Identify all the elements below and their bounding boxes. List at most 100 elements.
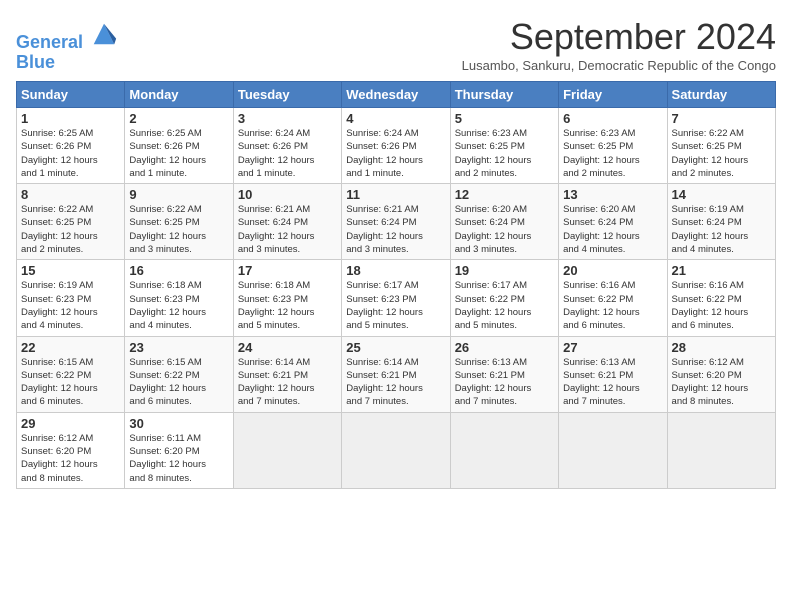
- day-info: Sunrise: 6:19 AM Sunset: 6:24 PM Dayligh…: [672, 203, 771, 256]
- calendar-cell: 30Sunrise: 6:11 AM Sunset: 6:20 PM Dayli…: [125, 412, 233, 488]
- page-header: General Blue September 2024 Lusambo, San…: [16, 16, 776, 73]
- day-number: 19: [455, 263, 554, 278]
- day-number: 23: [129, 340, 228, 355]
- day-number: 29: [21, 416, 120, 431]
- calendar-cell: 23Sunrise: 6:15 AM Sunset: 6:22 PM Dayli…: [125, 336, 233, 412]
- day-info: Sunrise: 6:16 AM Sunset: 6:22 PM Dayligh…: [563, 279, 662, 332]
- day-number: 9: [129, 187, 228, 202]
- day-info: Sunrise: 6:20 AM Sunset: 6:24 PM Dayligh…: [563, 203, 662, 256]
- calendar-cell: 27Sunrise: 6:13 AM Sunset: 6:21 PM Dayli…: [559, 336, 667, 412]
- header-tuesday: Tuesday: [233, 82, 341, 108]
- day-info: Sunrise: 6:22 AM Sunset: 6:25 PM Dayligh…: [672, 127, 771, 180]
- day-info: Sunrise: 6:15 AM Sunset: 6:22 PM Dayligh…: [21, 356, 120, 409]
- calendar-cell: 16Sunrise: 6:18 AM Sunset: 6:23 PM Dayli…: [125, 260, 233, 336]
- calendar-cell: 8Sunrise: 6:22 AM Sunset: 6:25 PM Daylig…: [17, 184, 125, 260]
- day-number: 7: [672, 111, 771, 126]
- calendar-cell: 17Sunrise: 6:18 AM Sunset: 6:23 PM Dayli…: [233, 260, 341, 336]
- day-number: 10: [238, 187, 337, 202]
- day-info: Sunrise: 6:23 AM Sunset: 6:25 PM Dayligh…: [563, 127, 662, 180]
- day-info: Sunrise: 6:21 AM Sunset: 6:24 PM Dayligh…: [346, 203, 445, 256]
- calendar-cell: 6Sunrise: 6:23 AM Sunset: 6:25 PM Daylig…: [559, 108, 667, 184]
- calendar-cell: 18Sunrise: 6:17 AM Sunset: 6:23 PM Dayli…: [342, 260, 450, 336]
- calendar-cell: 14Sunrise: 6:19 AM Sunset: 6:24 PM Dayli…: [667, 184, 775, 260]
- calendar-cell: 12Sunrise: 6:20 AM Sunset: 6:24 PM Dayli…: [450, 184, 558, 260]
- day-info: Sunrise: 6:13 AM Sunset: 6:21 PM Dayligh…: [563, 356, 662, 409]
- day-number: 13: [563, 187, 662, 202]
- day-number: 12: [455, 187, 554, 202]
- day-info: Sunrise: 6:17 AM Sunset: 6:22 PM Dayligh…: [455, 279, 554, 332]
- title-section: September 2024 Lusambo, Sankuru, Democra…: [462, 16, 776, 73]
- day-info: Sunrise: 6:18 AM Sunset: 6:23 PM Dayligh…: [238, 279, 337, 332]
- day-info: Sunrise: 6:22 AM Sunset: 6:25 PM Dayligh…: [21, 203, 120, 256]
- day-info: Sunrise: 6:14 AM Sunset: 6:21 PM Dayligh…: [238, 356, 337, 409]
- day-info: Sunrise: 6:25 AM Sunset: 6:26 PM Dayligh…: [129, 127, 228, 180]
- header-friday: Friday: [559, 82, 667, 108]
- day-info: Sunrise: 6:12 AM Sunset: 6:20 PM Dayligh…: [21, 432, 120, 485]
- day-number: 6: [563, 111, 662, 126]
- day-info: Sunrise: 6:18 AM Sunset: 6:23 PM Dayligh…: [129, 279, 228, 332]
- day-number: 1: [21, 111, 120, 126]
- day-info: Sunrise: 6:21 AM Sunset: 6:24 PM Dayligh…: [238, 203, 337, 256]
- logo-icon: [90, 20, 118, 48]
- day-info: Sunrise: 6:17 AM Sunset: 6:23 PM Dayligh…: [346, 279, 445, 332]
- calendar-cell: [667, 412, 775, 488]
- header-sunday: Sunday: [17, 82, 125, 108]
- day-number: 20: [563, 263, 662, 278]
- day-info: Sunrise: 6:16 AM Sunset: 6:22 PM Dayligh…: [672, 279, 771, 332]
- calendar-cell: 7Sunrise: 6:22 AM Sunset: 6:25 PM Daylig…: [667, 108, 775, 184]
- day-info: Sunrise: 6:13 AM Sunset: 6:21 PM Dayligh…: [455, 356, 554, 409]
- day-number: 16: [129, 263, 228, 278]
- header-thursday: Thursday: [450, 82, 558, 108]
- day-info: Sunrise: 6:20 AM Sunset: 6:24 PM Dayligh…: [455, 203, 554, 256]
- calendar-cell: 9Sunrise: 6:22 AM Sunset: 6:25 PM Daylig…: [125, 184, 233, 260]
- calendar-cell: 28Sunrise: 6:12 AM Sunset: 6:20 PM Dayli…: [667, 336, 775, 412]
- logo-blue: Blue: [16, 53, 118, 73]
- calendar-cell: 13Sunrise: 6:20 AM Sunset: 6:24 PM Dayli…: [559, 184, 667, 260]
- day-info: Sunrise: 6:23 AM Sunset: 6:25 PM Dayligh…: [455, 127, 554, 180]
- day-info: Sunrise: 6:12 AM Sunset: 6:20 PM Dayligh…: [672, 356, 771, 409]
- day-number: 26: [455, 340, 554, 355]
- calendar-row: 1Sunrise: 6:25 AM Sunset: 6:26 PM Daylig…: [17, 108, 776, 184]
- calendar-cell: 11Sunrise: 6:21 AM Sunset: 6:24 PM Dayli…: [342, 184, 450, 260]
- day-number: 5: [455, 111, 554, 126]
- header-wednesday: Wednesday: [342, 82, 450, 108]
- calendar-cell: 22Sunrise: 6:15 AM Sunset: 6:22 PM Dayli…: [17, 336, 125, 412]
- day-number: 27: [563, 340, 662, 355]
- day-info: Sunrise: 6:19 AM Sunset: 6:23 PM Dayligh…: [21, 279, 120, 332]
- calendar-table: Sunday Monday Tuesday Wednesday Thursday…: [16, 81, 776, 489]
- logo-general: General: [16, 32, 83, 52]
- day-number: 18: [346, 263, 445, 278]
- calendar-cell: 10Sunrise: 6:21 AM Sunset: 6:24 PM Dayli…: [233, 184, 341, 260]
- day-number: 28: [672, 340, 771, 355]
- calendar-cell: 26Sunrise: 6:13 AM Sunset: 6:21 PM Dayli…: [450, 336, 558, 412]
- day-info: Sunrise: 6:24 AM Sunset: 6:26 PM Dayligh…: [346, 127, 445, 180]
- location-subtitle: Lusambo, Sankuru, Democratic Republic of…: [462, 58, 776, 73]
- logo: General Blue: [16, 20, 118, 73]
- day-info: Sunrise: 6:14 AM Sunset: 6:21 PM Dayligh…: [346, 356, 445, 409]
- day-number: 14: [672, 187, 771, 202]
- day-info: Sunrise: 6:11 AM Sunset: 6:20 PM Dayligh…: [129, 432, 228, 485]
- day-number: 15: [21, 263, 120, 278]
- month-title: September 2024: [462, 16, 776, 58]
- calendar-cell: 21Sunrise: 6:16 AM Sunset: 6:22 PM Dayli…: [667, 260, 775, 336]
- calendar-cell: 2Sunrise: 6:25 AM Sunset: 6:26 PM Daylig…: [125, 108, 233, 184]
- header-saturday: Saturday: [667, 82, 775, 108]
- day-number: 2: [129, 111, 228, 126]
- calendar-cell: 29Sunrise: 6:12 AM Sunset: 6:20 PM Dayli…: [17, 412, 125, 488]
- header-monday: Monday: [125, 82, 233, 108]
- day-number: 30: [129, 416, 228, 431]
- day-number: 21: [672, 263, 771, 278]
- day-number: 17: [238, 263, 337, 278]
- day-info: Sunrise: 6:24 AM Sunset: 6:26 PM Dayligh…: [238, 127, 337, 180]
- calendar-cell: [450, 412, 558, 488]
- calendar-cell: 3Sunrise: 6:24 AM Sunset: 6:26 PM Daylig…: [233, 108, 341, 184]
- day-number: 3: [238, 111, 337, 126]
- calendar-cell: 15Sunrise: 6:19 AM Sunset: 6:23 PM Dayli…: [17, 260, 125, 336]
- calendar-cell: 4Sunrise: 6:24 AM Sunset: 6:26 PM Daylig…: [342, 108, 450, 184]
- day-number: 4: [346, 111, 445, 126]
- day-info: Sunrise: 6:25 AM Sunset: 6:26 PM Dayligh…: [21, 127, 120, 180]
- calendar-row: 29Sunrise: 6:12 AM Sunset: 6:20 PM Dayli…: [17, 412, 776, 488]
- day-number: 25: [346, 340, 445, 355]
- day-info: Sunrise: 6:22 AM Sunset: 6:25 PM Dayligh…: [129, 203, 228, 256]
- calendar-cell: 5Sunrise: 6:23 AM Sunset: 6:25 PM Daylig…: [450, 108, 558, 184]
